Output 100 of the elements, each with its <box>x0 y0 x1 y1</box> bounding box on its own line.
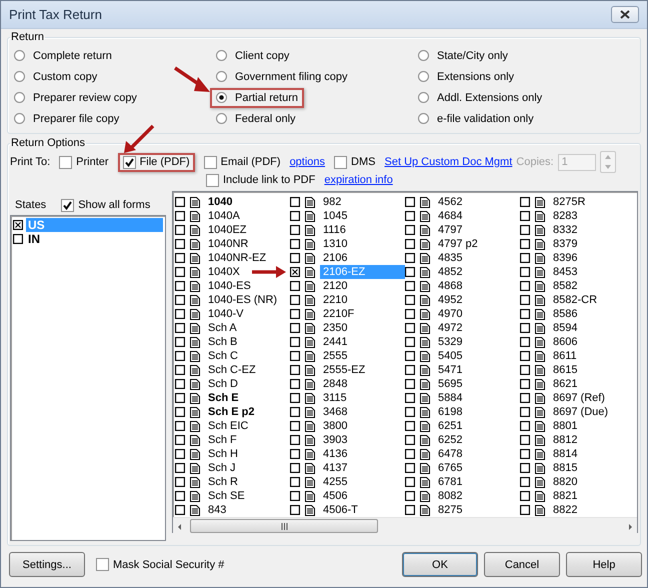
form-item[interactable]: 1040 <box>205 195 232 209</box>
form-item[interactable]: Sch SE <box>205 489 245 503</box>
checkbox[interactable] <box>175 393 185 403</box>
form-item[interactable]: 2555 <box>320 349 348 363</box>
checkbox[interactable] <box>290 449 300 459</box>
form-item[interactable]: 6251 <box>435 419 462 433</box>
form-item[interactable]: 5471 <box>435 363 462 377</box>
form-item[interactable]: 2848 <box>320 377 348 391</box>
checkbox[interactable] <box>206 174 219 186</box>
checkbox[interactable] <box>405 197 415 207</box>
form-item[interactable]: 2120 <box>320 279 348 293</box>
checkbox[interactable] <box>405 379 415 389</box>
close-button[interactable] <box>611 6 639 23</box>
checkbox[interactable] <box>290 323 300 333</box>
radio-option[interactable]: Custom copy <box>8 66 104 86</box>
checkbox[interactable] <box>175 253 185 263</box>
checkbox[interactable] <box>175 281 185 291</box>
form-item[interactable]: Sch A <box>205 321 237 335</box>
checkbox[interactable] <box>290 337 300 347</box>
checkbox[interactable] <box>405 239 415 249</box>
checkbox[interactable] <box>405 323 415 333</box>
form-item[interactable]: 4852 <box>435 265 462 279</box>
checkbox[interactable] <box>520 295 530 305</box>
form-item[interactable]: 8801 <box>550 419 578 433</box>
form-item[interactable]: 1040X <box>205 265 240 279</box>
form-item[interactable]: 2350 <box>320 321 348 335</box>
form-item[interactable]: 8697 (Due) <box>550 405 608 419</box>
form-item[interactable]: 4835 <box>435 251 462 265</box>
form-item[interactable]: 6765 <box>435 461 462 475</box>
form-item[interactable]: 1040-V <box>205 307 244 321</box>
checkbox[interactable] <box>175 407 185 417</box>
form-item[interactable]: 8611 <box>550 349 577 363</box>
checkbox-option[interactable]: Printer <box>54 152 114 172</box>
checkbox[interactable] <box>405 407 415 417</box>
form-item[interactable]: 8822 <box>550 503 578 517</box>
radio-option[interactable]: Addl. Extensions only <box>412 88 548 108</box>
checkbox[interactable] <box>405 435 415 445</box>
radio-option[interactable]: Federal only <box>210 108 302 128</box>
form-item[interactable]: 2210F <box>320 307 354 321</box>
checkbox[interactable] <box>204 156 217 168</box>
form-item[interactable]: 8594 <box>550 321 578 335</box>
checkbox[interactable] <box>405 267 415 277</box>
checkbox[interactable] <box>175 267 185 277</box>
state-item[interactable]: IN <box>26 232 163 246</box>
checkbox[interactable] <box>405 309 415 319</box>
checkbox-option[interactable]: Include link to PDF <box>201 170 320 190</box>
form-item[interactable]: 8453 <box>550 265 578 279</box>
form-item[interactable]: 8275 <box>435 503 462 517</box>
checkbox[interactable] <box>175 295 185 305</box>
form-item[interactable]: 6252 <box>435 433 462 447</box>
form-item[interactable]: 2106 <box>320 251 348 265</box>
checkbox[interactable] <box>405 505 415 515</box>
form-item[interactable]: Sch EIC <box>205 419 248 433</box>
form-item[interactable]: 8332 <box>550 223 578 237</box>
form-item[interactable]: 8697 (Ref) <box>550 391 605 405</box>
checkbox[interactable] <box>405 365 415 375</box>
form-item[interactable]: 1040A <box>205 209 240 223</box>
checkbox[interactable] <box>290 379 300 389</box>
checkbox[interactable] <box>290 211 300 221</box>
form-item[interactable]: 8582 <box>550 279 578 293</box>
checkbox[interactable] <box>520 239 530 249</box>
checkbox[interactable] <box>405 421 415 431</box>
checkbox[interactable] <box>290 505 300 515</box>
checkbox-option[interactable]: DMS <box>329 152 380 172</box>
dialog-button[interactable]: Help <box>566 552 642 577</box>
checkbox[interactable] <box>520 463 530 473</box>
form-item[interactable]: 8615 <box>550 363 578 377</box>
form-item[interactable]: Sch H <box>205 447 238 461</box>
checkbox[interactable] <box>405 449 415 459</box>
form-item[interactable]: 8586 <box>550 307 578 321</box>
form-item[interactable]: 1045 <box>320 209 348 223</box>
form-item[interactable]: 8621 <box>550 377 578 391</box>
horizontal-scrollbar[interactable] <box>173 517 637 535</box>
form-item[interactable]: 8582-CR <box>550 293 598 307</box>
checkbox[interactable] <box>405 463 415 473</box>
form-item[interactable]: 982 <box>320 195 342 209</box>
checkbox[interactable] <box>175 491 185 501</box>
checkbox[interactable] <box>175 197 185 207</box>
form-item[interactable]: 4255 <box>320 475 348 489</box>
form-item[interactable]: 3115 <box>320 391 347 405</box>
link[interactable]: Set Up Custom Doc Mgmt <box>384 156 512 168</box>
form-item[interactable]: 2441 <box>320 335 348 349</box>
checkbox[interactable] <box>290 421 300 431</box>
form-item[interactable]: Sch F <box>205 433 237 447</box>
radio-option[interactable]: Preparer file copy <box>8 108 126 128</box>
checkbox[interactable] <box>290 295 300 305</box>
radio-option[interactable]: e-file validation only <box>412 108 540 128</box>
checkbox[interactable] <box>520 323 530 333</box>
form-item[interactable]: 4797 <box>435 223 462 237</box>
radio-option[interactable]: Partial return <box>210 88 304 108</box>
form-item[interactable]: 3903 <box>320 433 348 447</box>
checkbox[interactable] <box>290 365 300 375</box>
form-item[interactable]: 1116 <box>320 223 346 237</box>
form-item[interactable]: Sch C-EZ <box>205 363 256 377</box>
form-item[interactable]: Sch E <box>205 391 239 405</box>
checkbox[interactable] <box>59 156 72 168</box>
checkbox[interactable] <box>175 211 185 221</box>
radio-option[interactable]: Extensions only <box>412 66 520 86</box>
form-item[interactable]: 3468 <box>320 405 348 419</box>
checkbox[interactable] <box>520 211 530 221</box>
